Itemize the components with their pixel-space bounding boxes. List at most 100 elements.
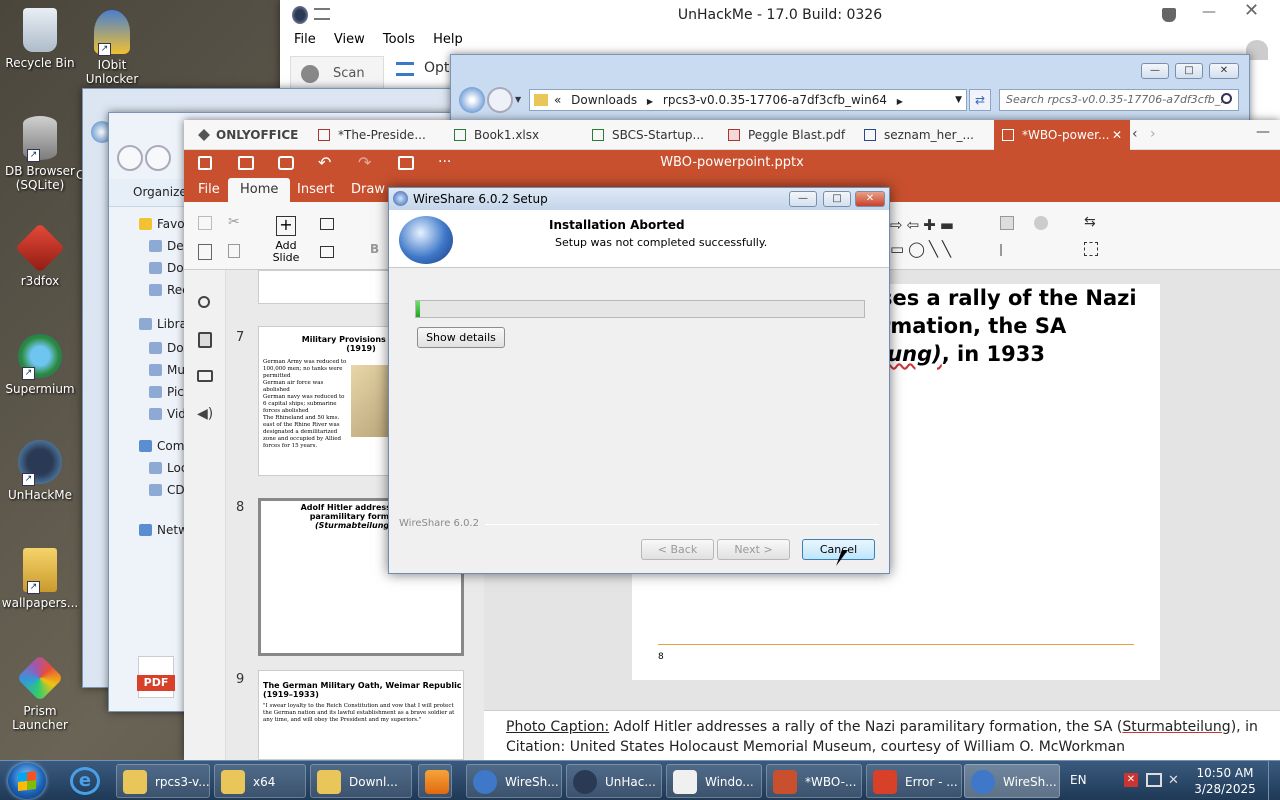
forward-nav-icon[interactable] — [487, 87, 513, 113]
desktop-icon-unhackme[interactable]: ↗ UnHackMe — [0, 440, 80, 502]
comments-icon[interactable] — [197, 370, 213, 382]
tab-seznam-her[interactable]: seznam_her_... — [856, 120, 988, 150]
taskbar-item[interactable]: rpcs3-v... — [116, 764, 210, 798]
ribbon-tab-file[interactable]: File — [198, 178, 220, 202]
tray-network-icon[interactable] — [1146, 773, 1162, 787]
search-input[interactable]: Search rpcs3-v0.0.35-17706-a7df3cfb_... — [999, 89, 1239, 111]
start-button[interactable] — [8, 763, 46, 799]
desktop-icon-supermium[interactable]: ↗ Supermium — [0, 334, 80, 396]
clock[interactable]: 10:50 AM 3/28/2025 — [1190, 765, 1260, 797]
desktop-icon-iobit-unlocker[interactable]: ↗ IObit Unlocker — [72, 10, 152, 86]
maximize-button[interactable]: □ — [823, 191, 851, 207]
address-dropdown-icon[interactable]: ▼ — [955, 90, 962, 110]
speaker-icon[interactable]: ◀) — [197, 406, 213, 422]
desktop-icon-db-browser[interactable]: ↗ DB Browser (SQLite) — [0, 116, 80, 192]
desktop-icon-r3dfox[interactable]: r3dfox — [0, 223, 80, 288]
shirt-icon[interactable] — [1162, 8, 1176, 22]
menu-file[interactable]: File — [294, 32, 316, 47]
tabs-scroll-right-icon[interactable]: › — [1150, 126, 1156, 142]
language-indicator[interactable]: EN — [1070, 773, 1087, 787]
taskbar-item[interactable]: Error - ... — [866, 764, 962, 798]
tray-volume-icon[interactable]: ✕ — [1168, 773, 1179, 788]
close-button[interactable]: ✕ — [855, 191, 885, 207]
tray-error-icon[interactable]: ✕ — [1124, 773, 1138, 787]
address-bar[interactable]: « Downloads ▶ rpcs3-v0.0.35-17706-a7df3c… — [529, 89, 967, 111]
show-desktop-button[interactable] — [1268, 761, 1280, 800]
taskbar-item[interactable]: WireSh... — [466, 764, 562, 798]
group-icon[interactable] — [1034, 216, 1048, 230]
slides-panel-icon[interactable] — [198, 332, 212, 348]
arrange-icon[interactable] — [1000, 216, 1014, 230]
ribbon-tab-insert[interactable]: Insert — [297, 178, 334, 202]
minimize-button[interactable]: — — [789, 191, 817, 207]
paste-icon[interactable] — [198, 244, 212, 260]
nav-item[interactable]: Favo — [137, 217, 185, 231]
nav-item[interactable]: Libra — [137, 317, 187, 331]
menu-help[interactable]: Help — [433, 32, 463, 47]
tab-the-president[interactable]: *The-Preside... — [310, 120, 442, 150]
back-nav-icon[interactable] — [459, 87, 485, 113]
next-button[interactable]: Next > — [717, 539, 790, 560]
align-icon[interactable] — [1000, 244, 1014, 256]
breadcrumb-overflow[interactable]: « — [554, 93, 561, 107]
tab-sbcs-startup[interactable]: SBCS-Startup... — [584, 120, 716, 150]
nav-item[interactable]: Netw — [137, 523, 188, 537]
nav-item[interactable]: Mu — [147, 363, 185, 377]
nav-item[interactable]: CD — [147, 483, 185, 497]
close-button[interactable]: ✕ — [1244, 0, 1259, 21]
bold-icon[interactable]: B — [370, 242, 379, 256]
copy-icon[interactable] — [198, 216, 212, 230]
replace-icon[interactable]: ⇆ — [1084, 214, 1096, 230]
taskbar-item[interactable]: Downl... — [310, 764, 412, 798]
search-icon[interactable] — [198, 296, 210, 308]
organize-button[interactable]: Organize — [133, 185, 187, 199]
ribbon-tab-draw[interactable]: Draw — [351, 178, 385, 202]
tab-book1[interactable]: Book1.xlsx — [446, 120, 578, 150]
cut-icon[interactable]: ✂ — [228, 214, 240, 230]
recent-pages-chevron-icon[interactable]: ▼ — [515, 95, 521, 104]
back-button[interactable]: < Back — [641, 539, 714, 560]
add-slide-button[interactable]: Add Slide — [266, 240, 306, 264]
taskbar-item[interactable]: *WBO-... — [766, 764, 862, 798]
nav-item[interactable]: Loc — [147, 461, 187, 475]
close-tab-icon[interactable]: ✕ — [1112, 120, 1122, 150]
search-icon[interactable] — [1221, 93, 1232, 104]
select-all-icon[interactable] — [1084, 242, 1098, 256]
tabs-scroll-left-icon[interactable]: ‹ — [1132, 126, 1138, 142]
slide-size-icon[interactable] — [320, 246, 334, 258]
shapes-gallery[interactable]: ⇨⇦✚▬ — [890, 216, 958, 234]
add-slide-icon[interactable]: + — [276, 216, 296, 236]
desktop-icon-recycle-bin[interactable]: Recycle Bin — [0, 8, 80, 70]
pdf-file-icon[interactable]: PDF — [137, 656, 175, 698]
nav-item[interactable]: Com — [137, 439, 184, 453]
refresh-icon[interactable]: ⇄ — [969, 89, 991, 111]
scan-button[interactable]: Scan — [290, 56, 384, 90]
menu-view[interactable]: View — [334, 32, 365, 47]
breadcrumb-rpcs3[interactable]: rpcs3-v0.0.35-17706-a7df3cfb_win64 — [663, 93, 887, 107]
nav-item[interactable]: Vid — [147, 407, 186, 421]
taskbar-item[interactable]: UnHac... — [566, 764, 662, 798]
close-button[interactable]: ✕ — [1209, 63, 1239, 79]
show-details-button[interactable]: Show details — [417, 327, 505, 348]
minimize-button[interactable]: — — [1256, 124, 1270, 140]
maximize-button[interactable]: □ — [1175, 63, 1203, 79]
taskbar-item[interactable]: WireSh... — [964, 764, 1060, 798]
nav-item[interactable]: Rec — [147, 283, 189, 297]
desktop-icon-prism-launcher[interactable]: Prism Launcher — [0, 654, 80, 732]
options-button[interactable]: Opt — [396, 60, 449, 76]
slide-title[interactable]: ses a rally of the Nazi rmation, the SA … — [880, 284, 1160, 368]
taskbar-item[interactable]: Windo... — [666, 764, 762, 798]
slide-thumbnail-9[interactable]: The German Military Oath, Weimar Republi… — [258, 670, 464, 760]
internet-explorer-icon[interactable]: e — [70, 767, 100, 795]
tab-wbo-powerpoint[interactable]: *WBO-power... ✕ — [994, 120, 1130, 150]
breadcrumb-downloads[interactable]: Downloads — [571, 93, 637, 107]
minimize-button[interactable]: — — [1202, 4, 1216, 20]
taskbar-item[interactable]: x64 — [214, 764, 306, 798]
back-nav-icon[interactable] — [117, 145, 143, 171]
tab-peggle-blast[interactable]: Peggle Blast.pdf — [720, 120, 852, 150]
taskbar-media-player[interactable] — [418, 764, 452, 798]
nav-item[interactable]: Pic — [147, 385, 184, 399]
speaker-notes[interactable]: Photo Caption: Adolf Hitler addresses a … — [484, 710, 1280, 760]
copy-style-icon[interactable] — [228, 244, 240, 258]
minimize-button[interactable]: — — [1141, 63, 1169, 79]
